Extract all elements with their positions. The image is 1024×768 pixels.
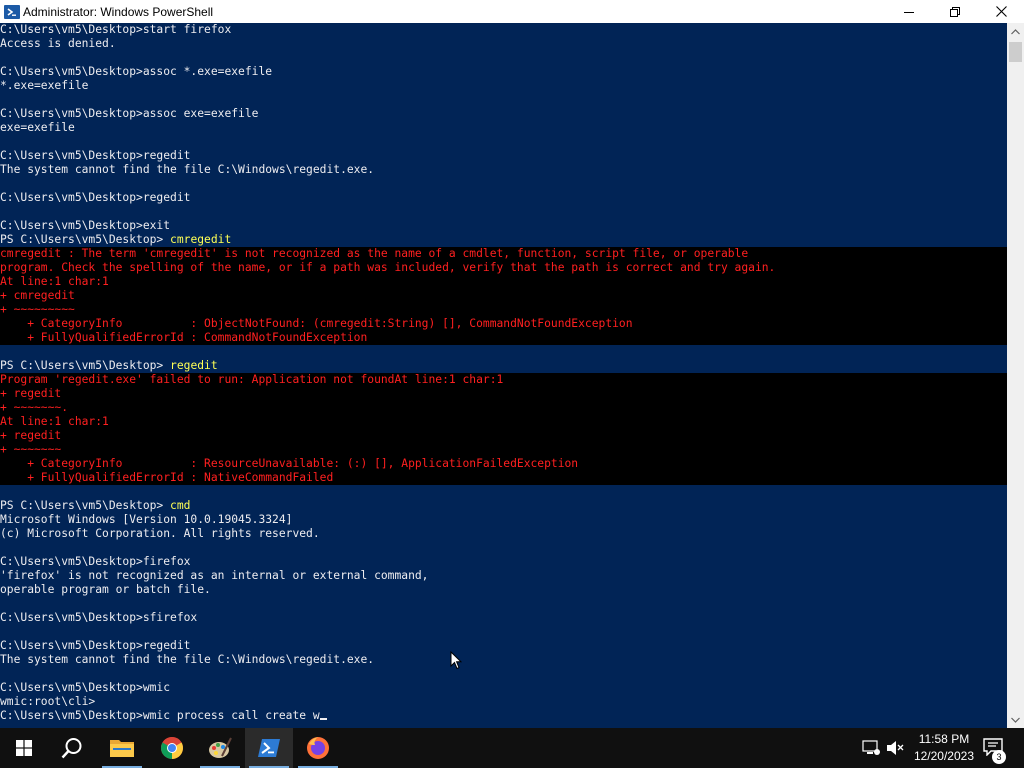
windows-logo-icon (16, 740, 32, 756)
scroll-up-button[interactable] (1007, 23, 1024, 40)
console-line: C:\Users\vm5\Desktop>regedit (0, 191, 191, 204)
text-cursor (319, 718, 327, 720)
error-line: + regedit (0, 429, 1007, 443)
start-button[interactable] (0, 728, 48, 768)
powershell-icon (4, 4, 20, 19)
error-line: cmregedit : The term 'cmregedit' is not … (0, 247, 1007, 261)
close-button[interactable] (978, 0, 1024, 23)
command-text: regedit (170, 359, 218, 372)
console-line: C:\Users\vm5\Desktop>wmic process call c… (0, 709, 1007, 723)
console-line: C:\Users\vm5\Desktop>regedit (0, 149, 191, 162)
console-line: (c) Microsoft Corporation. All rights re… (0, 527, 320, 540)
close-icon (995, 6, 1007, 17)
error-line: + ~~~~~~~. (0, 401, 1007, 415)
prompt-line: PS C:\Users\vm5\Desktop> regedit (0, 359, 218, 372)
prompt-line: PS C:\Users\vm5\Desktop> cmregedit (0, 233, 232, 246)
chrome-button[interactable] (148, 728, 196, 768)
console-line: C:\Users\vm5\Desktop>assoc exe=exefile (0, 107, 259, 120)
maximize-button[interactable] (932, 0, 978, 23)
search-icon (61, 738, 82, 759)
console-line: C:\Users\vm5\Desktop>exit (0, 219, 171, 232)
error-line: + CategoryInfo : ResourceUnavailable: (:… (0, 457, 1007, 471)
console-line: C:\Users\vm5\Desktop>firefox (0, 555, 191, 568)
error-line: + ~~~~~~~ (0, 443, 1007, 457)
error-line: + regedit (0, 387, 1007, 401)
command-text: cmregedit (170, 233, 232, 246)
error-line: + CategoryInfo : ObjectNotFound: (cmrege… (0, 317, 1007, 331)
mouse-pointer-icon (450, 651, 462, 670)
error-line: Program 'regedit.exe' failed to run: App… (0, 373, 1007, 387)
paint-icon (209, 737, 232, 758)
minimize-icon (904, 11, 914, 13)
error-line: At line:1 char:1 (0, 275, 1007, 289)
console-line: *.exe=exefile (0, 79, 89, 92)
window-title: Administrator: Windows PowerShell (23, 4, 214, 19)
network-icon[interactable] (862, 740, 880, 756)
console-line: C:\Users\vm5\Desktop>sfirefox (0, 611, 198, 624)
firefox-button[interactable] (294, 728, 342, 768)
prompt-line: PS C:\Users\vm5\Desktop> cmd (0, 499, 191, 512)
error-line: + FullyQualifiedErrorId : NativeCommandF… (0, 471, 1007, 485)
minimize-button[interactable] (886, 0, 932, 23)
console-line: Access is denied. (0, 37, 116, 50)
command-text: cmd (170, 499, 191, 512)
clock-time: 11:58 PM (918, 732, 970, 746)
powershell-icon (258, 739, 280, 757)
vertical-scrollbar[interactable] (1007, 23, 1024, 728)
error-line: + ~~~~~~~~~ (0, 303, 1007, 317)
scroll-down-button[interactable] (1007, 711, 1024, 728)
chevron-down-icon (1011, 717, 1020, 723)
error-line: program. Check the spelling of the name,… (0, 261, 1007, 275)
volume-muted-icon[interactable] (886, 740, 904, 756)
paint-button[interactable] (196, 728, 244, 768)
console-line: C:\Users\vm5\Desktop>assoc *.exe=exefile (0, 65, 273, 78)
error-line: + cmregedit (0, 289, 1007, 303)
restore-icon (950, 6, 960, 17)
error-line: + FullyQualifiedErrorId : CommandNotFoun… (0, 331, 1007, 345)
error-line: At line:1 char:1 (0, 415, 1007, 429)
firefox-icon (307, 737, 329, 759)
console-output[interactable]: C:\Users\vm5\Desktop>start firefox Access… (0, 23, 1007, 728)
console-line: C:\Users\vm5\Desktop>start firefox (0, 23, 232, 36)
console-line: The system cannot find the file C:\Windo… (0, 653, 375, 666)
console-line: C:\Users\vm5\Desktop>regedit (0, 639, 191, 652)
clock[interactable]: 11:58 PM 12/20/2023 (914, 731, 974, 765)
file-explorer-button[interactable] (98, 728, 146, 768)
console-line: 'firefox' is not recognized as an intern… (0, 569, 429, 582)
console-line: C:\Users\vm5\Desktop>wmic (0, 681, 171, 694)
folder-icon (110, 740, 134, 757)
chrome-icon (161, 737, 183, 759)
console-line: operable program or batch file. (0, 583, 211, 596)
chevron-up-icon (1011, 28, 1020, 34)
taskbar: 11:58 PM 12/20/2023 3 (0, 728, 1024, 768)
console-line: Microsoft Windows [Version 10.0.19045.33… (0, 513, 293, 526)
clock-date: 12/20/2023 (913, 749, 974, 763)
console-line: wmic:root\cli> (0, 695, 96, 708)
search-button[interactable] (48, 728, 96, 768)
console-line: exe=exefile (0, 121, 75, 134)
console-line: The system cannot find the file C:\Windo… (0, 163, 375, 176)
powershell-button[interactable] (245, 728, 293, 768)
notification-count-badge: 3 (992, 750, 1006, 764)
window-titlebar[interactable]: Administrator: Windows PowerShell (0, 0, 1024, 23)
scrollbar-thumb[interactable] (1009, 42, 1022, 62)
